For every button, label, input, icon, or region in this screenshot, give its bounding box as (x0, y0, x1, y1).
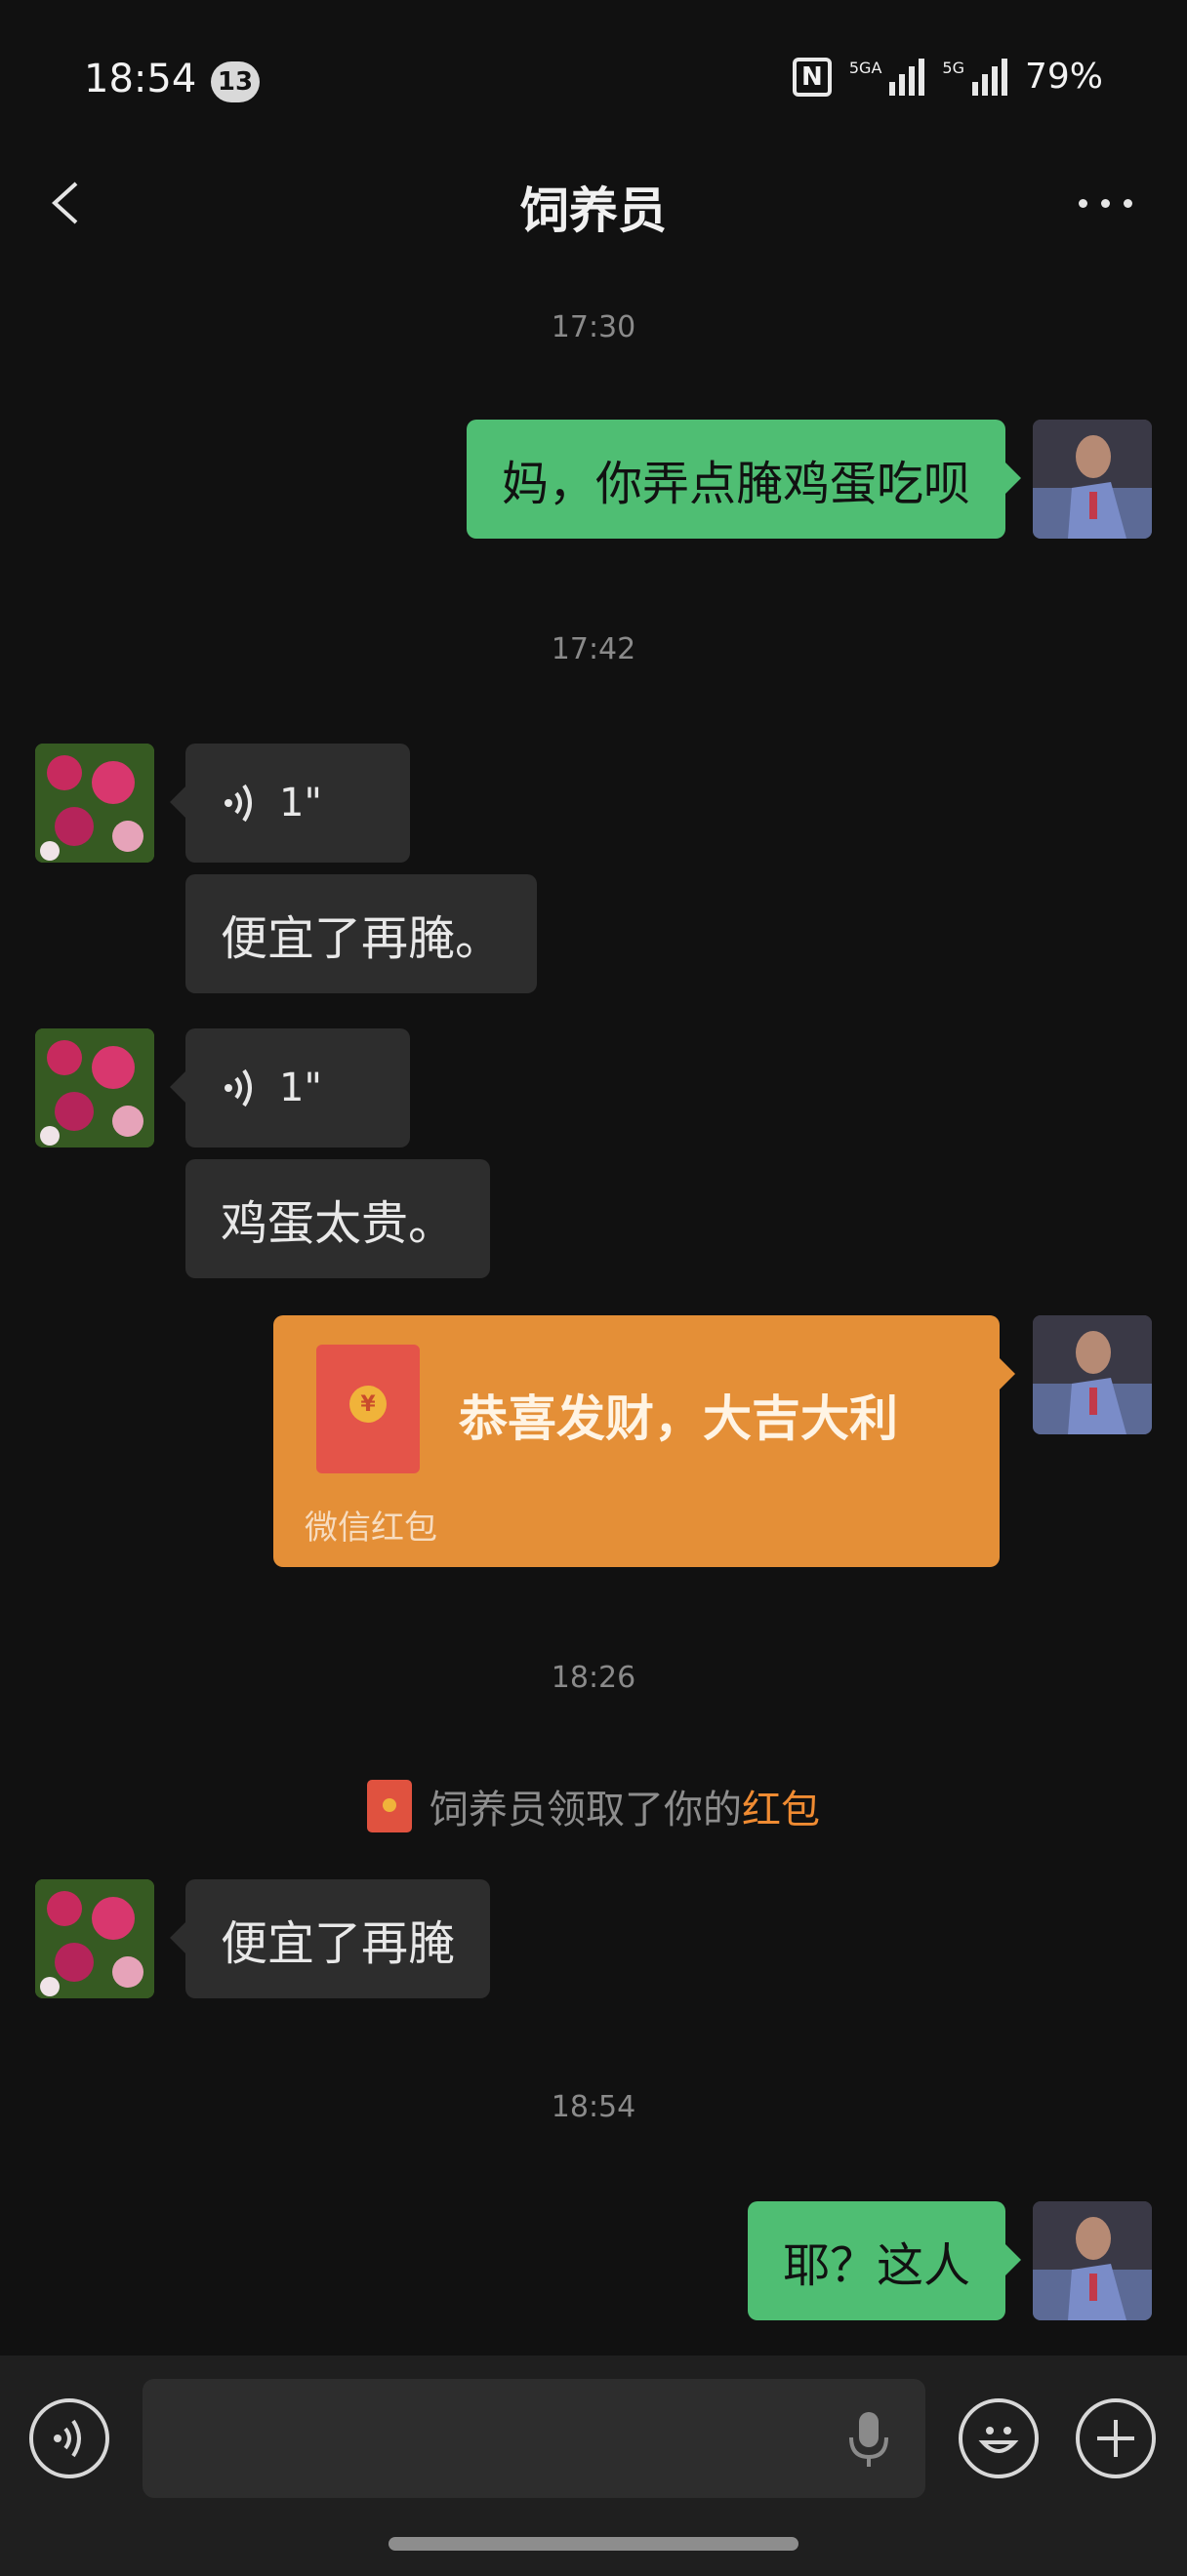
contact-avatar[interactable] (35, 1028, 154, 1147)
my-avatar[interactable] (1033, 420, 1152, 539)
sent-message-bubble[interactable]: 妈，你弄点腌鸡蛋吃呗 (466, 420, 1022, 539)
red-packet-title: 恭喜发财，大吉大利 (459, 1390, 898, 1447)
sent-message-bubble[interactable]: 耶？这人 (747, 2201, 1022, 2320)
system-notice-text: 饲养员领取了你的 (430, 1788, 742, 1832)
received-message-bubble[interactable]: 鸡蛋太贵。 (185, 1159, 491, 1278)
voice-message[interactable]: 1" (170, 744, 410, 863)
more-options-button[interactable] (1079, 199, 1132, 208)
avatar-image (35, 744, 154, 863)
red-packet-label: 微信红包 (305, 1509, 437, 1548)
received-message-bubble[interactable]: 便宜了再腌。 (185, 874, 538, 993)
avatar-image (1033, 420, 1152, 539)
voice-wave-icon (225, 1068, 252, 1107)
emoji-button[interactable] (959, 2398, 1039, 2478)
red-packet-link[interactable]: 红包 (742, 1788, 820, 1832)
timestamp: 17:42 (551, 632, 636, 666)
voice-wave-icon (225, 784, 252, 823)
battery-percent: 79% (1024, 57, 1103, 97)
red-envelope-icon: ¥ (316, 1345, 420, 1473)
home-indicator[interactable] (389, 2537, 798, 2551)
more-dots-icon (1079, 199, 1087, 208)
voice-input-button[interactable] (29, 2398, 109, 2478)
more-actions-button[interactable] (1076, 2398, 1156, 2478)
message-input[interactable] (143, 2379, 925, 2498)
timestamp: 18:26 (551, 1661, 636, 1695)
chevron-left-icon (52, 181, 78, 224)
network-type-label-2: 5G (942, 58, 964, 77)
microphone-button[interactable] (845, 2408, 892, 2475)
back-button[interactable] (43, 176, 98, 230)
smiley-icon (978, 2427, 1019, 2453)
microphone-icon (849, 2412, 888, 2467)
status-time: 18:54 (84, 57, 197, 101)
notification-count-badge: 13 (211, 61, 260, 102)
my-avatar[interactable] (1033, 2201, 1152, 2320)
avatar-image (35, 1028, 154, 1147)
voice-duration: 1" (279, 1066, 322, 1110)
timestamp: 17:30 (551, 310, 636, 344)
contact-avatar[interactable] (35, 744, 154, 863)
avatar-image (35, 1879, 154, 1998)
system-notice: 饲养员领取了你的红包 (0, 1778, 1187, 1834)
voice-message[interactable]: 1" (170, 1028, 410, 1147)
red-packet-icon (367, 1780, 412, 1832)
voice-wave-icon (54, 2419, 81, 2458)
voice-duration: 1" (279, 781, 322, 825)
contact-avatar[interactable] (35, 1879, 154, 1998)
timestamp: 18:54 (551, 2090, 636, 2124)
red-packet-card[interactable]: ¥ 恭喜发财，大吉大利 微信红包 (273, 1315, 1015, 1567)
network-type-label: 5GA (848, 58, 882, 77)
signal-5ga-icon: 5GA (848, 58, 925, 96)
received-message-bubble[interactable]: 便宜了再腌 (169, 1879, 491, 1998)
plus-icon (1097, 2420, 1134, 2457)
nfc-icon: N (792, 57, 832, 97)
avatar-image (1033, 1315, 1152, 1434)
avatar-image (1033, 2201, 1152, 2320)
status-icons: N 5GA 5G 79% (792, 57, 1103, 97)
coin-icon: ¥ (349, 1386, 387, 1423)
signal-5g-icon: 5G (942, 58, 1007, 96)
my-avatar[interactable] (1033, 1315, 1152, 1434)
chat-title: 饲养员 (520, 182, 667, 239)
